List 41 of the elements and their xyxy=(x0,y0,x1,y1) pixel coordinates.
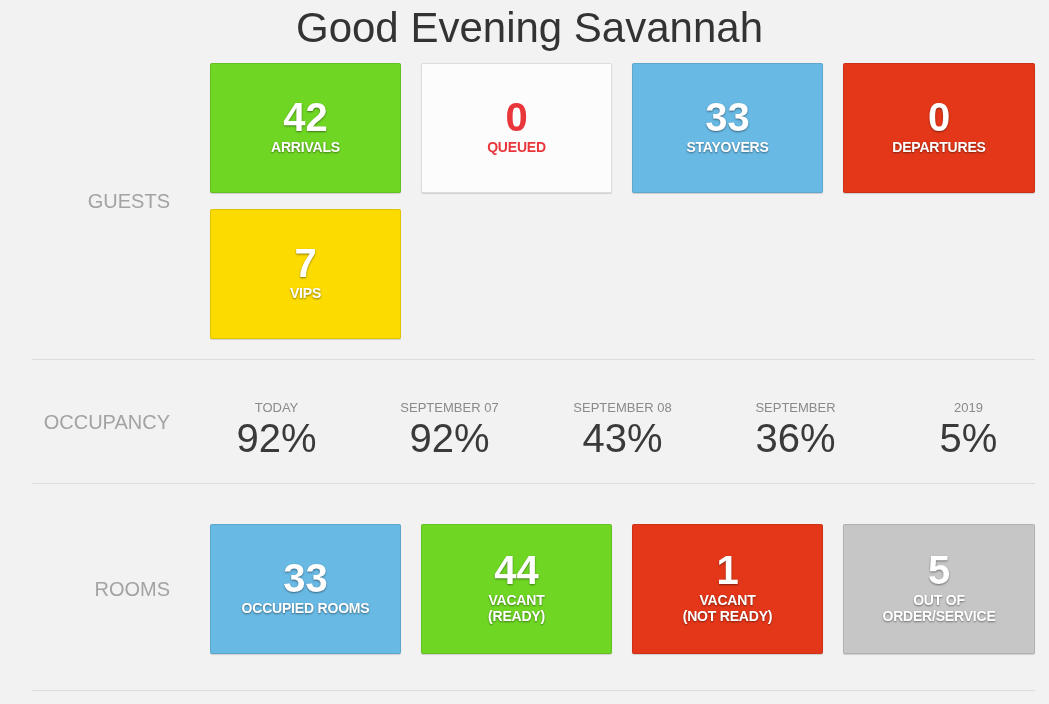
tile-label: OCCUPIED ROOMS xyxy=(241,600,370,616)
stat-tile[interactable]: 33 STAYOVERS xyxy=(632,63,823,193)
tile-label: VACANT (NOT READY) xyxy=(682,592,773,624)
tile-label: VACANT (READY) xyxy=(488,592,545,624)
occupancy-period: 2019 xyxy=(954,399,983,416)
tile-label: STAYOVERS xyxy=(686,139,769,155)
stat-tile[interactable]: 0 QUEUED xyxy=(421,63,612,193)
tile-count: 0 xyxy=(505,95,528,139)
occupancy-period: SEPTEMBER 08 xyxy=(573,399,672,416)
stat-tile[interactable]: 44 VACANT (READY) xyxy=(421,524,612,654)
tile-count: 33 xyxy=(705,95,750,139)
stat-tile[interactable]: 42 ARRIVALS xyxy=(210,63,401,193)
tile-label: VIPS xyxy=(289,285,322,301)
stat-tile[interactable]: 33 OCCUPIED ROOMS xyxy=(210,524,401,654)
section-label: OCCUPANCY xyxy=(43,411,170,432)
tile-count: 44 xyxy=(494,548,539,592)
greeting-title: Good Evening Savannah xyxy=(296,4,763,53)
occupancy-percent: 92% xyxy=(236,415,317,460)
tile-label: QUEUED xyxy=(487,139,546,155)
tile-count: 1 xyxy=(716,548,739,592)
tile-count: 33 xyxy=(283,556,328,600)
occupancy-percent: 92% xyxy=(409,415,490,460)
occupancy-percent: 5% xyxy=(939,415,998,460)
tile-count: 7 xyxy=(294,241,317,285)
tile-count: 0 xyxy=(927,95,951,139)
section-label: ROOMS xyxy=(94,579,170,599)
tile-label: ARRIVALS xyxy=(271,139,340,155)
tile-count: 42 xyxy=(283,95,328,139)
stat-tile[interactable]: 0 DEPARTURES xyxy=(843,63,1035,193)
stat-tile[interactable]: 1 VACANT (NOT READY) xyxy=(632,524,823,654)
occupancy-period: TODAY xyxy=(254,399,299,416)
occupancy-percent: 43% xyxy=(582,415,663,460)
stat-tile[interactable]: 7 VIPS xyxy=(210,209,401,339)
tile-label: OUT OF ORDER/SERVICE xyxy=(882,592,996,624)
tile-label: DEPARTURES xyxy=(892,139,986,155)
stat-tile[interactable]: 5 OUT OF ORDER/SERVICE xyxy=(843,524,1035,654)
section-label: GUESTS xyxy=(87,191,170,211)
occupancy-period: SEPTEMBER 07 xyxy=(400,399,499,416)
occupancy-percent: 36% xyxy=(755,415,836,460)
occupancy-period: SEPTEMBER xyxy=(755,399,836,416)
tile-count: 5 xyxy=(927,548,951,592)
